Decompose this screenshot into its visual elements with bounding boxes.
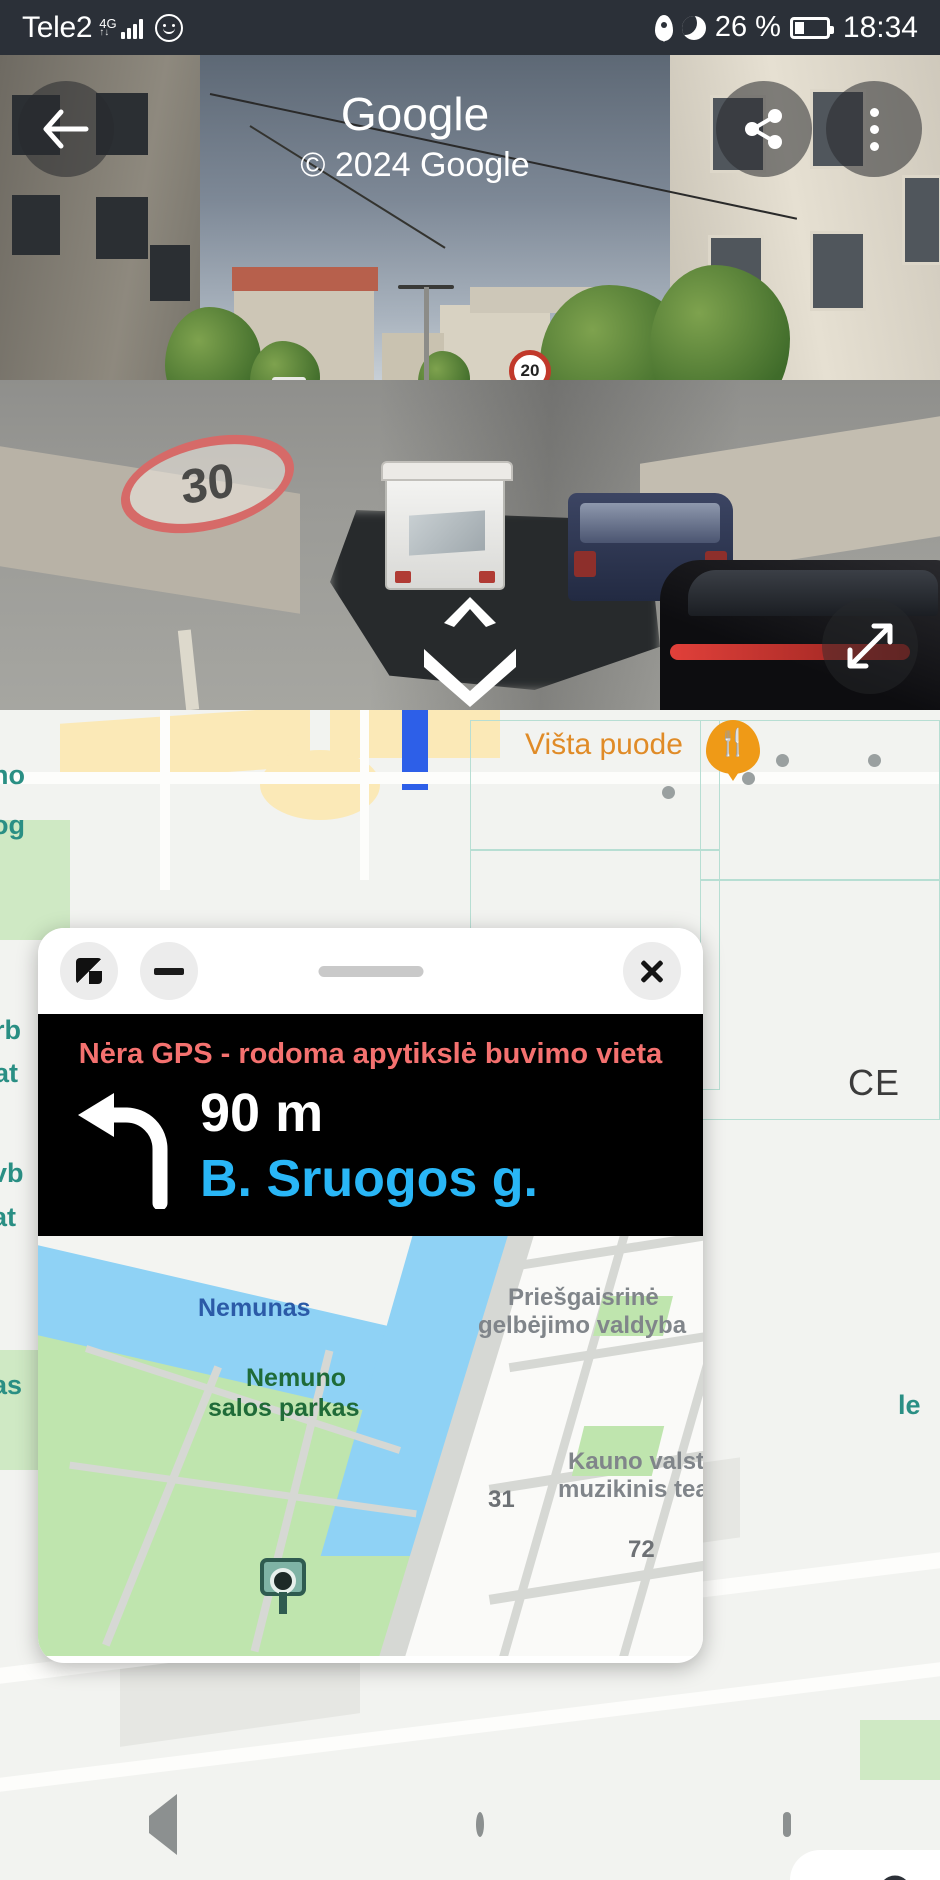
close-button[interactable]	[623, 942, 681, 1000]
status-right: 26 % 18:34	[654, 10, 918, 45]
map-road	[360, 710, 369, 880]
contrast-toggle-button[interactable]	[60, 942, 118, 1000]
signal-bars-icon	[120, 17, 143, 39]
navigation-panel[interactable]: Nėra GPS - rodoma apytikslė buvimo vieta…	[38, 928, 703, 1663]
network-type-icon: 4G ↑↓	[99, 15, 117, 38]
panel-map[interactable]: Nemunas Nemuno salos parkas Priešgaisrin…	[38, 1236, 703, 1656]
map-label-river: Nemunas	[198, 1294, 311, 1322]
map-dot	[776, 754, 789, 767]
map-label-house-72: 72	[628, 1536, 655, 1563]
contrast-icon	[76, 958, 102, 984]
building-roof	[232, 267, 378, 291]
gps-warning-text: Nėra GPS - rodoma apytikslė buvimo vieta	[78, 1038, 663, 1070]
map-block-outline	[700, 880, 940, 1120]
poi-label-vista-puode[interactable]: Višta puode	[525, 728, 683, 762]
panel-header	[38, 928, 703, 1014]
android-navigation-bar	[0, 1770, 940, 1880]
location-pin-icon	[654, 14, 673, 41]
phone-screen: Višta puode 🍴 no og rb at vb at as le CE	[0, 0, 940, 1880]
vehicle-caravan	[381, 461, 513, 590]
page-title: Google	[340, 88, 490, 140]
instruction-row: 90 m B. Sruogos g.	[38, 1085, 703, 1214]
map-label-house-31: 31	[488, 1486, 515, 1513]
turn-left-icon	[68, 1085, 188, 1214]
moon-icon	[681, 15, 706, 40]
map-label-fire-line2: gelbėjimo valdyba	[478, 1312, 687, 1339]
kebab-icon	[869, 107, 879, 151]
overflow-menu-button[interactable]	[826, 81, 922, 177]
nav-recents-button[interactable]	[782, 1812, 791, 1837]
clock: 18:34	[842, 10, 918, 44]
minimize-button[interactable]	[140, 942, 198, 1000]
back-button[interactable]	[18, 81, 114, 177]
navigation-instruction-card: Nėra GPS - rodoma apytikslė buvimo vieta…	[38, 1014, 703, 1236]
map-street-text: CE	[848, 1062, 901, 1103]
next-street-name: B. Sruogos g.	[200, 1149, 538, 1208]
map-label-park-line1: Nemuno	[246, 1364, 346, 1392]
nav-back-button[interactable]	[149, 1794, 178, 1855]
status-bar: Tele2 4G ↑↓ 26 % 18:34	[0, 0, 940, 55]
map-label-clipped: at	[0, 1058, 19, 1088]
map-label-clipped: vb	[0, 1158, 24, 1188]
map-label-clipped: le	[898, 1390, 921, 1420]
distance-to-turn: 90 m	[200, 1083, 324, 1143]
streetview-title-block: Google © 2024 Google	[114, 81, 716, 185]
map-label-theatre-line1: Kauno valstyb	[568, 1448, 703, 1475]
battery-percent: 26 %	[714, 11, 781, 43]
map-label-clipped: no	[0, 760, 25, 790]
fullscreen-button[interactable]	[822, 598, 918, 694]
map-road	[160, 710, 170, 890]
waze-smiley-icon	[154, 13, 183, 42]
status-left: Tele2 4G ↑↓	[22, 11, 183, 45]
map-label-clipped: rb	[0, 1015, 21, 1045]
streetview-pane[interactable]: 20 30 Google © 2024 Google	[0, 55, 940, 710]
map-label-theatre-line2: muzikinis teat	[558, 1476, 703, 1503]
lane-marking	[177, 629, 200, 710]
battery-icon	[789, 16, 834, 39]
map-dot	[742, 772, 755, 785]
map-label-park-line2: salos parkas	[208, 1394, 360, 1422]
map-dot	[662, 786, 675, 799]
map-label-fire-line1: Priešgaisrinė	[508, 1284, 659, 1311]
map-label-clipped: at	[0, 1202, 17, 1232]
streetview-header: Google © 2024 Google	[0, 55, 940, 215]
drag-handle[interactable]	[318, 965, 423, 977]
streetview-forward-chevron[interactable]	[442, 593, 498, 627]
speed-camera-icon[interactable]	[260, 1558, 306, 1596]
map-label-clipped: as	[0, 1370, 23, 1400]
share-button[interactable]	[716, 81, 812, 177]
instruction-text: 90 m B. Sruogos g.	[188, 1085, 538, 1209]
carrier-name: Tele2	[22, 10, 93, 44]
minus-icon	[154, 967, 184, 975]
close-icon	[638, 957, 666, 985]
map-label-clipped: og	[0, 810, 25, 840]
map-dot	[868, 754, 881, 767]
copyright-text: © 2024 Google	[300, 145, 530, 184]
nav-home-button[interactable]	[475, 1812, 484, 1837]
streetview-back-chevron[interactable]	[422, 645, 518, 707]
restaurant-pin-icon[interactable]: 🍴	[706, 720, 760, 774]
